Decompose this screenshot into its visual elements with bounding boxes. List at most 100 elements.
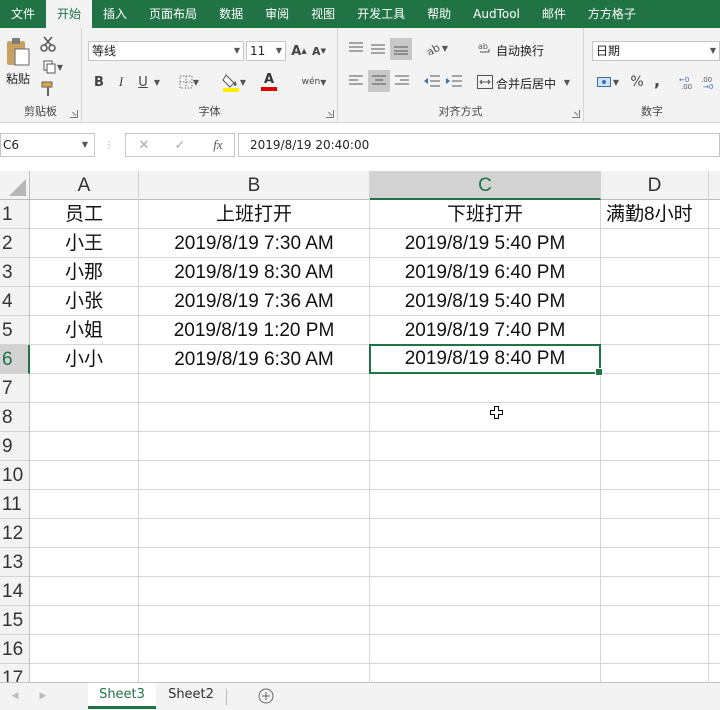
- paste-icon[interactable]: [4, 36, 32, 68]
- cell-b12[interactable]: [139, 519, 370, 548]
- row-header-13[interactable]: 13: [0, 548, 30, 577]
- column-header-e[interactable]: [709, 171, 720, 200]
- cell-d1[interactable]: 满勤8小时: [601, 200, 709, 229]
- cell-a12[interactable]: [30, 519, 139, 548]
- cell-c5[interactable]: 2019/8/19 7:40 PM: [370, 316, 601, 345]
- border-icon[interactable]: ▼: [174, 72, 204, 92]
- wrap-text-label[interactable]: 自动换行: [496, 42, 544, 59]
- cell-a3[interactable]: 小那: [30, 258, 139, 287]
- cell-a9[interactable]: [30, 432, 139, 461]
- cell-b8[interactable]: [139, 403, 370, 432]
- menu-file[interactable]: 文件: [0, 0, 46, 28]
- orientation-icon[interactable]: ab ▼: [422, 38, 452, 58]
- cell-e1[interactable]: [709, 200, 720, 229]
- cell-d13[interactable]: [601, 548, 709, 577]
- cell-e15[interactable]: [709, 606, 720, 635]
- cell-c7[interactable]: [370, 374, 601, 403]
- cell-c3[interactable]: 2019/8/19 6:40 PM: [370, 258, 601, 287]
- cell-b17[interactable]: [139, 664, 370, 682]
- cell-b4[interactable]: 2019/8/19 7:36 AM: [139, 287, 370, 316]
- cell-b5[interactable]: 2019/8/19 1:20 PM: [139, 316, 370, 345]
- cell-c1[interactable]: 下班打开: [370, 200, 601, 229]
- scroll-right-icon[interactable]: ▶: [36, 687, 50, 705]
- row-header-4[interactable]: 4: [0, 287, 30, 316]
- cell-c6[interactable]: 2019/8/19 8:40 PM: [369, 344, 603, 376]
- number-format-select[interactable]: 日期 ▼: [592, 41, 720, 61]
- cell-e13[interactable]: [709, 548, 720, 577]
- cell-b6[interactable]: 2019/8/19 6:30 AM: [139, 345, 370, 374]
- decrease-decimal-icon[interactable]: .00 →0: [700, 72, 720, 92]
- formula-input[interactable]: 2019/8/19 20:40:00: [238, 133, 720, 157]
- increase-indent-icon[interactable]: [444, 70, 464, 92]
- row-header-11[interactable]: 11: [0, 490, 30, 519]
- chevron-down-icon[interactable]: ▼: [152, 72, 162, 92]
- clipboard-launcher-icon[interactable]: [70, 110, 78, 118]
- row-header-6[interactable]: 6: [0, 345, 30, 374]
- cut-icon[interactable]: [38, 34, 58, 54]
- shrink-font-icon[interactable]: A ▼: [310, 42, 328, 60]
- menu-audtool[interactable]: AudTool: [462, 0, 531, 28]
- cell-e6[interactable]: [709, 345, 720, 374]
- cell-c16[interactable]: [370, 635, 601, 664]
- cell-d17[interactable]: [601, 664, 709, 682]
- menu-fangfang[interactable]: 方方格子: [577, 0, 647, 28]
- row-header-14[interactable]: 14: [0, 577, 30, 606]
- name-box[interactable]: C6 ▼: [0, 133, 95, 157]
- cell-e17[interactable]: [709, 664, 720, 682]
- row-header-16[interactable]: 16: [0, 635, 30, 664]
- cell-a7[interactable]: [30, 374, 139, 403]
- cell-a8[interactable]: [30, 403, 139, 432]
- cell-a11[interactable]: [30, 490, 139, 519]
- font-name-select[interactable]: 等线 ▼: [88, 41, 244, 61]
- cell-d8[interactable]: [601, 403, 709, 432]
- cell-c8[interactable]: [370, 403, 601, 432]
- add-sheet-icon[interactable]: [257, 687, 275, 705]
- font-launcher-icon[interactable]: [326, 110, 334, 118]
- cancel-icon[interactable]: ✕: [136, 136, 152, 154]
- cell-c11[interactable]: [370, 490, 601, 519]
- align-right-icon[interactable]: [392, 70, 412, 92]
- wrap-text-icon[interactable]: ab: [476, 38, 494, 58]
- sheet-tab-sheet2[interactable]: Sheet2: [158, 683, 224, 709]
- cell-b14[interactable]: [139, 577, 370, 606]
- column-header-b[interactable]: B: [139, 171, 370, 200]
- bold-button[interactable]: B: [90, 72, 108, 92]
- cell-d3[interactable]: [601, 258, 709, 287]
- align-left-icon[interactable]: [346, 70, 366, 92]
- cell-e12[interactable]: [709, 519, 720, 548]
- sheet-tab-sheet3[interactable]: Sheet3: [88, 683, 156, 709]
- phonetic-icon[interactable]: wén ▼: [296, 70, 332, 94]
- cell-b9[interactable]: [139, 432, 370, 461]
- cell-a2[interactable]: 小王: [30, 229, 139, 258]
- row-header-9[interactable]: 9: [0, 432, 30, 461]
- cell-c14[interactable]: [370, 577, 601, 606]
- cell-c12[interactable]: [370, 519, 601, 548]
- column-header-a[interactable]: A: [30, 171, 139, 200]
- column-header-d[interactable]: D: [601, 171, 709, 200]
- cell-c9[interactable]: [370, 432, 601, 461]
- menu-mail[interactable]: 邮件: [531, 0, 577, 28]
- cell-e9[interactable]: [709, 432, 720, 461]
- cell-e4[interactable]: [709, 287, 720, 316]
- cell-e11[interactable]: [709, 490, 720, 519]
- underline-button[interactable]: U: [134, 72, 152, 92]
- cell-e5[interactable]: [709, 316, 720, 345]
- cell-a13[interactable]: [30, 548, 139, 577]
- cell-b2[interactable]: 2019/8/19 7:30 AM: [139, 229, 370, 258]
- fill-color-icon[interactable]: ▼: [218, 70, 250, 94]
- cell-b11[interactable]: [139, 490, 370, 519]
- row-header-1[interactable]: 1: [0, 200, 30, 229]
- italic-button[interactable]: I: [112, 72, 130, 92]
- grow-font-icon[interactable]: A ▲: [290, 42, 308, 60]
- format-painter-icon[interactable]: [38, 80, 58, 98]
- cell-a10[interactable]: [30, 461, 139, 490]
- cell-a4[interactable]: 小张: [30, 287, 139, 316]
- cell-d5[interactable]: [601, 316, 709, 345]
- row-header-17[interactable]: 17: [0, 664, 30, 682]
- cell-a14[interactable]: [30, 577, 139, 606]
- column-header-c[interactable]: C: [370, 171, 601, 200]
- cell-c2[interactable]: 2019/8/19 5:40 PM: [370, 229, 601, 258]
- cell-e10[interactable]: [709, 461, 720, 490]
- cell-d10[interactable]: [601, 461, 709, 490]
- cell-b10[interactable]: [139, 461, 370, 490]
